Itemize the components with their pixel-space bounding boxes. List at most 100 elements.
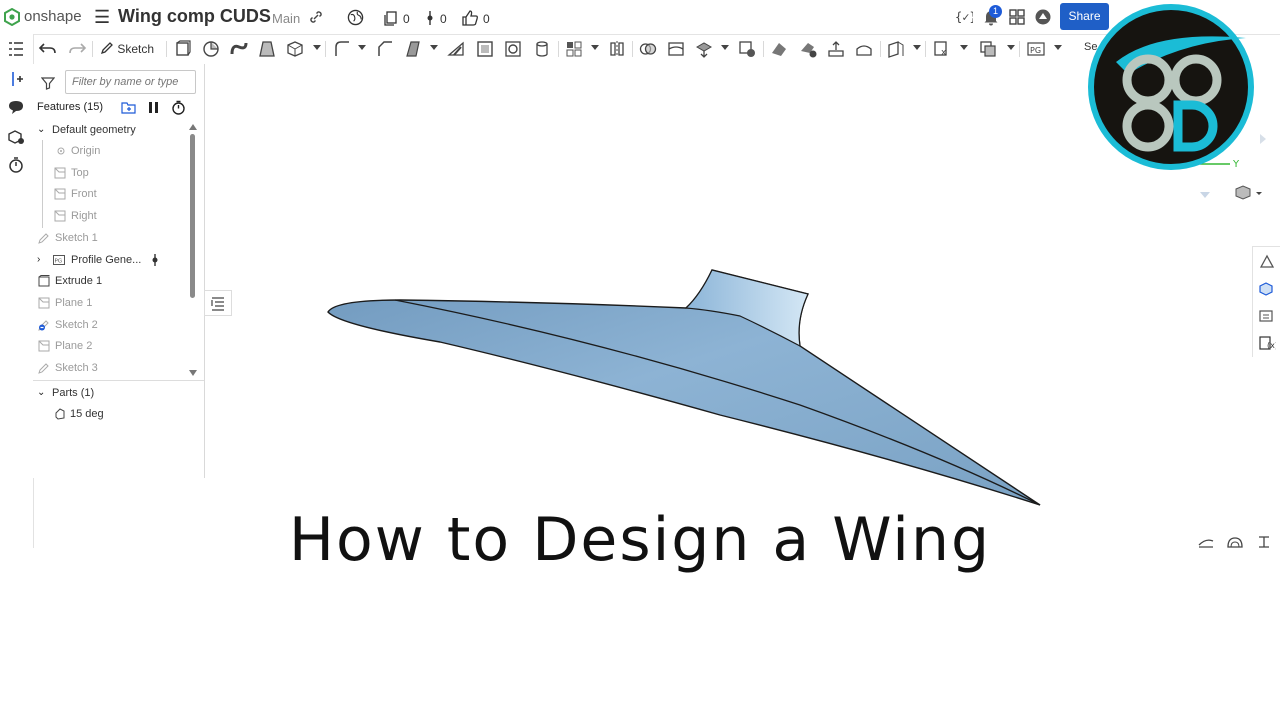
app-store-icon[interactable] [1008,8,1026,26]
onshape-logo-icon[interactable] [4,8,20,26]
transform-dropdown-caret[interactable] [721,45,729,50]
shell-icon[interactable] [475,39,495,59]
tree-item-sketch-2[interactable]: Sketch 2 [33,315,191,335]
pattern-dropdown-caret[interactable] [591,45,599,50]
tree-item-front-plane[interactable]: Front [33,184,191,204]
tree-item-sketch-3[interactable]: Sketch 3 [33,358,191,378]
tree-item-profile-generator[interactable]: › PG Profile Gene... [33,250,191,270]
split-icon[interactable] [666,39,686,59]
fillet-icon[interactable] [332,39,352,59]
scroll-down-arrow[interactable] [189,370,197,376]
configurations-icon[interactable] [1258,280,1276,298]
public-globe-icon[interactable] [347,9,364,26]
panel-toggle-button[interactable] [204,290,232,316]
versions-counter[interactable]: 0 [383,10,410,26]
parts-instances-icon[interactable] [7,128,25,146]
chevron-down-icon[interactable]: ⌄ [37,383,45,403]
revolve-icon[interactable] [201,39,221,59]
view-right-arrow-icon[interactable] [1260,134,1266,144]
hole-icon[interactable] [503,39,523,59]
delete-face-icon[interactable] [798,39,818,59]
brand-name[interactable]: onshape [24,8,82,25]
sketch-button[interactable]: Sketch [100,39,154,59]
branches-counter[interactable]: 0 [424,10,447,26]
plane-icon[interactable] [886,39,906,59]
thicken-icon[interactable] [285,39,305,59]
mirror-icon[interactable] [607,39,627,59]
hamburger-menu-icon[interactable]: ☰ [94,8,110,26]
likes-counter[interactable]: 0 [461,10,490,26]
rollback-bar-icon[interactable] [149,254,161,266]
draft-icon[interactable] [403,39,423,59]
tree-item-plane-1[interactable]: Plane 1 [33,293,191,313]
transform-icon[interactable] [694,39,714,59]
fillet-dropdown-caret[interactable] [358,45,366,50]
move-face-icon[interactable] [826,39,846,59]
tree-item-parts[interactable]: ⌄ Parts (1) [33,383,191,403]
branch-name[interactable]: Main [272,11,300,26]
chamfer-icon[interactable] [375,39,395,59]
tree-item-origin[interactable]: Origin [33,141,191,161]
toolbar-separator [763,41,764,57]
comments-icon[interactable] [7,98,25,116]
variable-dropdown-caret[interactable] [960,45,968,50]
chevron-right-icon[interactable]: › [37,250,40,270]
loft-icon[interactable] [257,39,277,59]
sketch-icon [38,233,49,244]
featurescript-icon[interactable]: {✓} [955,8,973,26]
tree-item-right-plane[interactable]: Right [33,206,191,226]
plane-dropdown-caret[interactable] [913,45,921,50]
chevron-down-icon[interactable]: ⌄ [37,120,45,140]
delete-part-icon[interactable] [737,39,757,59]
rib-icon[interactable] [446,39,466,59]
learning-center-icon[interactable] [1034,8,1052,26]
tree-item-plane-2[interactable]: Plane 2 [33,336,191,356]
filter-icon[interactable] [41,76,55,90]
cylinder-icon[interactable] [532,39,552,59]
document-title[interactable]: Wing comp CUDS [118,6,271,27]
redo-icon[interactable] [67,39,87,59]
feature-list-scrollbar[interactable] [188,124,197,378]
view-cube-menu-icon[interactable] [1234,184,1268,202]
link-icon[interactable] [309,10,323,24]
profile-generator-icon[interactable]: PG [1026,39,1046,59]
part-item[interactable]: 15 deg [33,404,191,424]
tree-item-sketch-1[interactable]: Sketch 1 [33,228,191,248]
wing-surface[interactable] [327,269,1041,506]
tree-item-extrude-1[interactable]: Extrude 1 [33,271,191,291]
list-toggle-icon [211,297,224,311]
tree-item-top-plane[interactable]: Top [33,163,191,183]
extrude-icon[interactable] [173,39,193,59]
undo-icon[interactable] [38,39,58,59]
tree-item-label: Sketch 2 [55,319,98,331]
draft-dropdown-caret[interactable] [430,45,438,50]
derived-dropdown-caret[interactable] [1007,45,1015,50]
view-down-arrow-icon[interactable] [1200,192,1210,198]
filter-input[interactable] [65,70,196,94]
scroll-thumb[interactable] [190,134,195,298]
variables-table-icon[interactable]: (x) [1258,334,1276,352]
custom-features-dropdown-caret[interactable] [1054,45,1062,50]
scroll-up-arrow[interactable] [189,124,197,130]
sweep-icon[interactable] [229,39,249,59]
thicken-dropdown-caret[interactable] [313,45,321,50]
appearance-icon[interactable] [1258,253,1276,271]
toolbar-separator [92,41,93,57]
feature-list-icon[interactable] [7,40,25,58]
tree-item-label: Front [71,188,97,200]
insert-feature-icon[interactable] [7,70,25,88]
variable-icon[interactable]: x [932,39,952,59]
pattern-icon[interactable] [564,39,584,59]
modify-fillet-icon[interactable] [769,39,789,59]
replace-face-icon[interactable] [854,39,874,59]
tree-item-label: Plane 2 [55,340,93,352]
derived-icon[interactable] [978,39,998,59]
pause-rollback-icon[interactable] [146,100,161,115]
tree-item-default-geometry[interactable]: ⌄ Default geometry [33,120,191,140]
mass-properties-icon[interactable] [1258,307,1276,325]
wing-3d-model[interactable] [300,250,1080,530]
stopwatch-icon[interactable] [171,100,186,115]
boolean-icon[interactable] [638,39,658,59]
add-folder-icon[interactable] [121,100,136,115]
history-timer-icon[interactable] [7,156,25,174]
